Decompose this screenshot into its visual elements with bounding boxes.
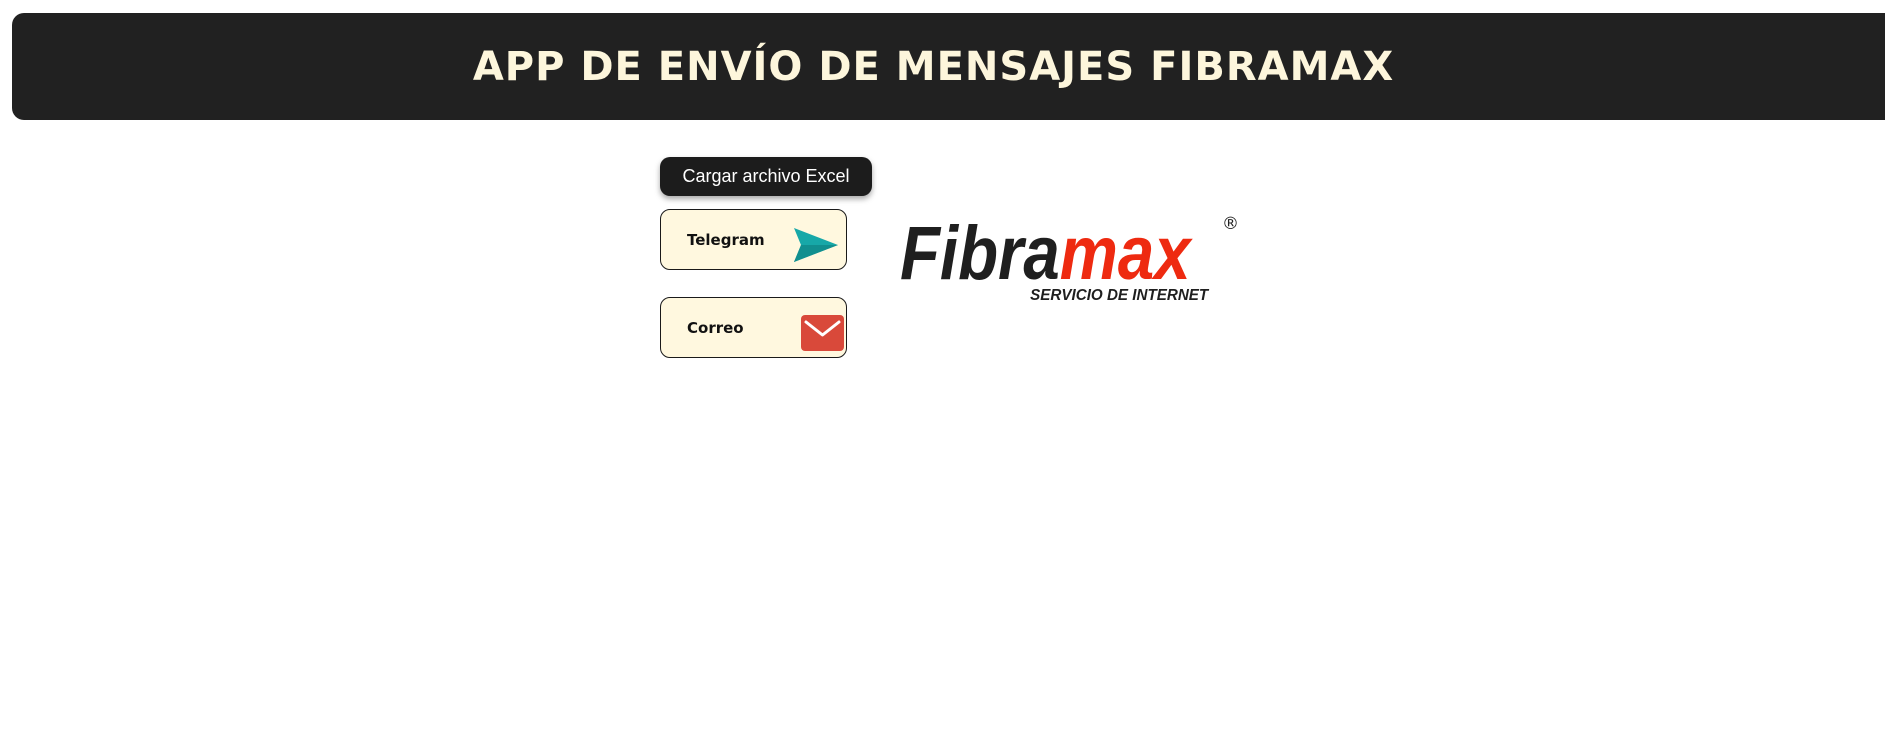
logo-registered-mark: ® — [1222, 214, 1239, 234]
logo-tagline: SERVICIO DE INTERNET — [1030, 287, 1210, 304]
send-icon — [794, 228, 838, 262]
load-excel-button[interactable]: Cargar archivo Excel — [660, 157, 872, 196]
app-header: APP DE ENVÍO DE MENSAJES FIBRAMAX — [12, 13, 1885, 120]
svg-text:Fibramax: Fibramax — [900, 211, 1193, 296]
logo-brand-accent: max — [1060, 211, 1193, 296]
envelope-icon — [801, 315, 844, 351]
logo-brand-dark: Fibra — [900, 211, 1060, 296]
telegram-label: Telegram — [687, 230, 765, 249]
correo-label: Correo — [687, 318, 744, 337]
telegram-button[interactable]: Telegram — [660, 209, 847, 270]
page-title: APP DE ENVÍO DE MENSAJES FIBRAMAX — [472, 43, 1395, 90]
correo-button[interactable]: Correo — [660, 297, 847, 358]
fibramax-logo: Fibramax ® SERVICIO DE INTERNET — [900, 211, 1239, 304]
